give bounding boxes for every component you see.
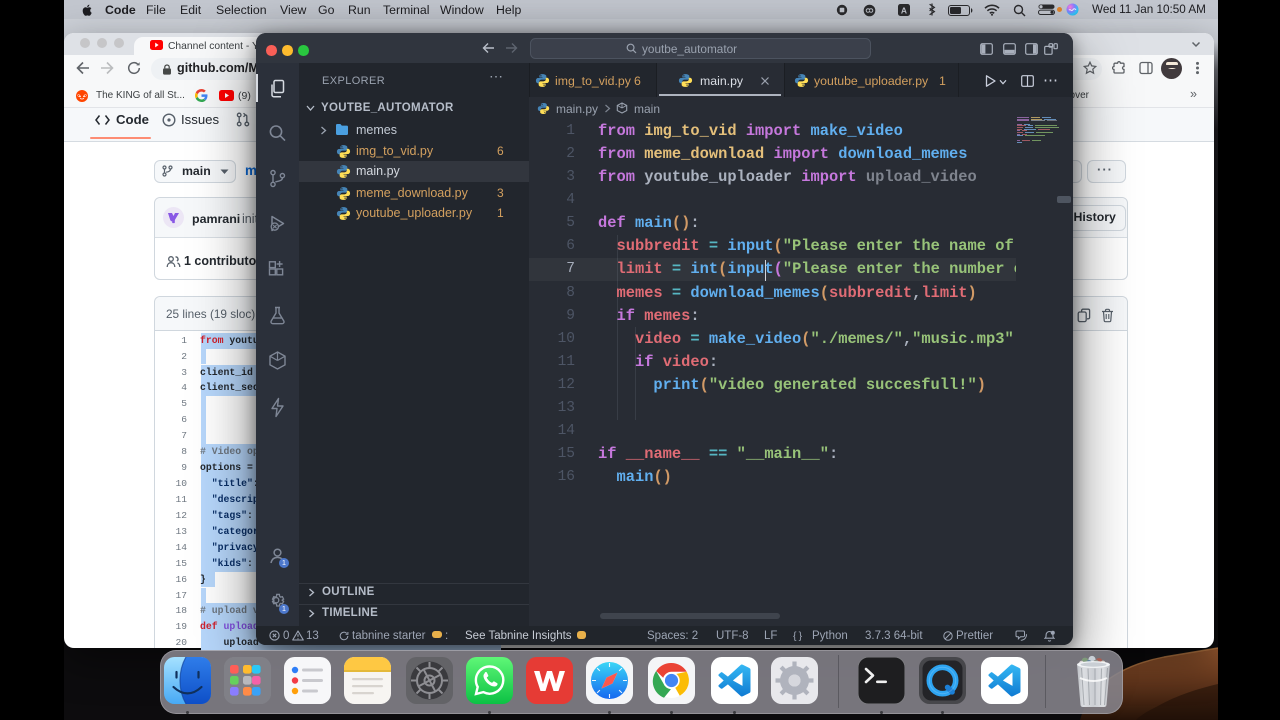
svg-text:A: A <box>901 5 907 15</box>
